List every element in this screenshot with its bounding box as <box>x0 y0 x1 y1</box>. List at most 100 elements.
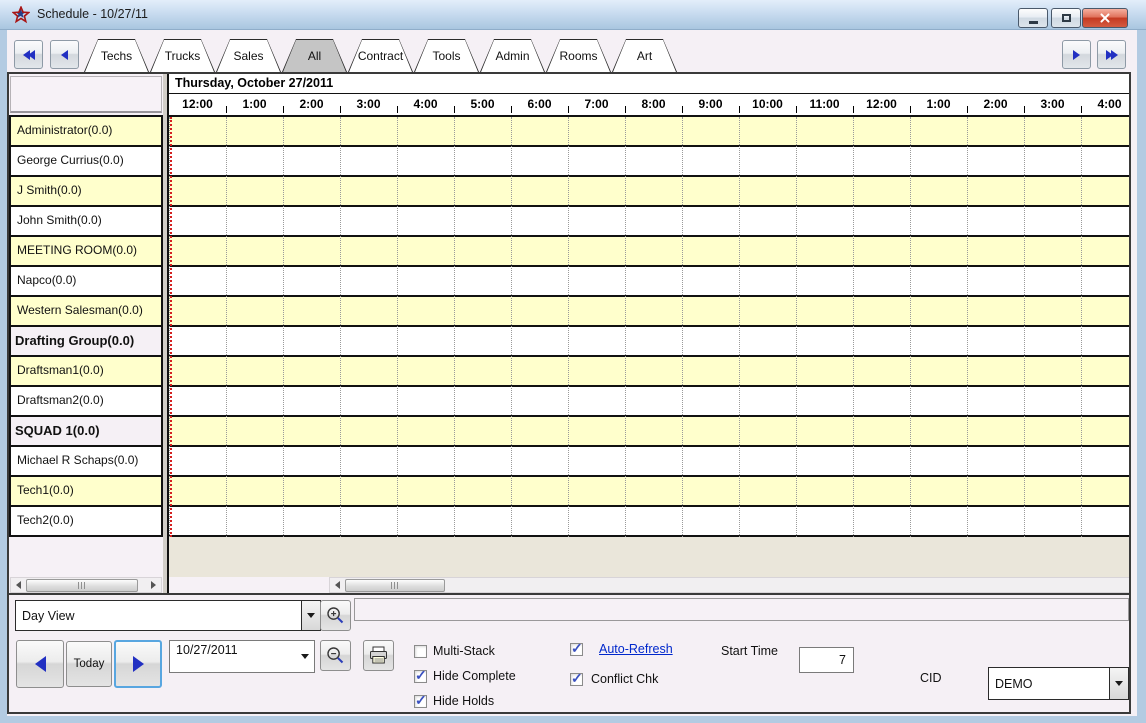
date-picker[interactable]: 10/27/2011 <box>169 640 315 673</box>
schedule-row[interactable] <box>169 237 1129 267</box>
auto-refresh-link[interactable]: Auto-Refresh <box>599 642 673 656</box>
schedule-row[interactable] <box>169 477 1129 507</box>
date-picker-value: 10/27/2011 <box>170 641 295 672</box>
schedule-row[interactable] <box>169 147 1129 177</box>
tab-label: Contract <box>358 49 403 63</box>
cid-label: CID <box>920 671 942 685</box>
schedule-row[interactable] <box>169 207 1129 237</box>
resource-pane-scrollbar[interactable] <box>10 577 162 593</box>
hide-holds-checkbox[interactable]: Hide Holds <box>414 694 494 708</box>
resource-row[interactable]: MEETING ROOM(0.0) <box>11 237 161 267</box>
resource-row[interactable]: Tech1(0.0) <box>11 477 161 507</box>
zoom-out-icon <box>325 645 346 666</box>
tab-label: Admin <box>495 49 529 63</box>
resource-row[interactable]: George Currius(0.0) <box>11 147 161 177</box>
resource-row[interactable]: Drafting Group(0.0) <box>11 327 161 357</box>
hide-complete-checkbox[interactable]: Hide Complete <box>414 669 516 683</box>
resource-row[interactable]: Napco(0.0) <box>11 267 161 297</box>
close-button[interactable] <box>1082 8 1128 28</box>
checkbox-box[interactable] <box>570 673 583 686</box>
cid-select[interactable]: DEMO <box>988 667 1129 700</box>
maximize-button[interactable] <box>1051 8 1081 28</box>
scroll-tabs-last-button[interactable] <box>1097 40 1126 69</box>
grid-filler <box>169 537 1129 577</box>
next-day-button[interactable] <box>114 640 162 688</box>
scroll-left-button[interactable] <box>11 578 26 592</box>
minimize-button[interactable] <box>1018 8 1048 28</box>
app-star-icon <box>12 6 30 24</box>
scroll-tabs-left-button[interactable] <box>50 40 79 69</box>
today-button[interactable]: Today <box>66 641 112 687</box>
tab[interactable]: All <box>282 39 347 72</box>
cid-value: DEMO <box>989 668 1109 699</box>
resource-row[interactable]: Western Salesman(0.0) <box>11 297 161 327</box>
resource-row[interactable]: Draftsman2(0.0) <box>11 387 161 417</box>
zoom-out-button[interactable] <box>320 640 351 671</box>
today-label: Today <box>74 658 105 670</box>
tab[interactable]: Sales <box>216 39 281 72</box>
dropdown-button[interactable] <box>295 641 314 672</box>
schedule-row[interactable] <box>169 417 1129 447</box>
tab[interactable]: Contract <box>348 39 413 72</box>
close-icon <box>1099 12 1111 24</box>
checkbox-box[interactable] <box>570 643 583 656</box>
tab[interactable]: Admin <box>480 39 545 72</box>
checkbox-box[interactable] <box>414 695 427 708</box>
schedule-row[interactable] <box>169 267 1129 297</box>
timeline-scrollbar[interactable] <box>329 577 1129 593</box>
schedule-row[interactable] <box>169 177 1129 207</box>
previous-day-button[interactable] <box>16 640 64 688</box>
checkbox-box[interactable] <box>414 645 427 658</box>
schedule-content: Administrator(0.0)George Currius(0.0)J S… <box>7 72 1131 714</box>
tab-list: Techs Trucks Sales All Contract Tools Ad… <box>84 39 678 72</box>
chevron-down-icon <box>1115 681 1123 686</box>
schedule-row[interactable] <box>169 387 1129 417</box>
schedule-row[interactable] <box>169 447 1129 477</box>
time-label: 3:00 <box>340 94 397 115</box>
multi-stack-checkbox[interactable]: Multi-Stack <box>414 644 495 658</box>
time-label: 4:00 <box>397 94 454 115</box>
client-area: Techs Trucks Sales All Contract Tools Ad… <box>7 30 1137 716</box>
auto-refresh-checkbox[interactable]: Auto-Refresh <box>570 642 673 656</box>
dropdown-button[interactable] <box>1109 668 1128 699</box>
tab[interactable]: Tools <box>414 39 479 72</box>
right-arrow-icon <box>151 581 156 589</box>
print-button[interactable] <box>363 640 394 671</box>
tab[interactable]: Techs <box>84 39 149 72</box>
zoom-in-icon <box>325 605 346 626</box>
tab[interactable]: Art <box>612 39 677 72</box>
scroll-tabs-right-button[interactable] <box>1062 40 1091 69</box>
schedule-row[interactable] <box>169 507 1129 537</box>
schedule-row[interactable] <box>169 327 1129 357</box>
scroll-tabs-first-button[interactable] <box>14 40 43 69</box>
resource-row[interactable]: John Smith(0.0) <box>11 207 161 237</box>
schedule-row[interactable] <box>169 357 1129 387</box>
resource-row[interactable]: J Smith(0.0) <box>11 177 161 207</box>
zoom-in-button[interactable] <box>320 600 351 631</box>
scrollbar-thumb[interactable] <box>26 579 138 592</box>
resource-row[interactable]: Michael R Schaps(0.0) <box>11 447 161 477</box>
view-mode-select[interactable]: Day View <box>15 600 321 631</box>
time-label: 7:00 <box>568 94 625 115</box>
tab[interactable]: Rooms <box>546 39 611 72</box>
title-bar[interactable]: Schedule - 10/27/11 <box>0 0 1146 30</box>
scroll-right-button[interactable] <box>146 578 161 592</box>
resource-row[interactable]: Administrator(0.0) <box>11 117 161 147</box>
dropdown-button[interactable] <box>301 601 320 630</box>
schedule-row[interactable] <box>169 297 1129 327</box>
schedule-grid-area: Administrator(0.0)George Currius(0.0)J S… <box>9 74 1129 593</box>
resource-row[interactable]: Draftsman1(0.0) <box>11 357 161 387</box>
checkbox-box[interactable] <box>414 670 427 683</box>
left-arrow-icon <box>16 581 21 589</box>
time-label: 2:00 <box>283 94 340 115</box>
printer-icon <box>368 646 389 665</box>
scrollbar-thumb[interactable] <box>345 579 445 592</box>
resource-row[interactable]: SQUAD 1(0.0) <box>11 417 161 447</box>
left-arrow-icon <box>61 50 68 60</box>
scroll-left-button[interactable] <box>330 578 345 592</box>
conflict-chk-checkbox[interactable]: Conflict Chk <box>570 672 658 686</box>
resource-row[interactable]: Tech2(0.0) <box>11 507 161 537</box>
tab[interactable]: Trucks <box>150 39 215 72</box>
start-time-input[interactable] <box>799 647 854 673</box>
schedule-row[interactable] <box>169 117 1129 147</box>
